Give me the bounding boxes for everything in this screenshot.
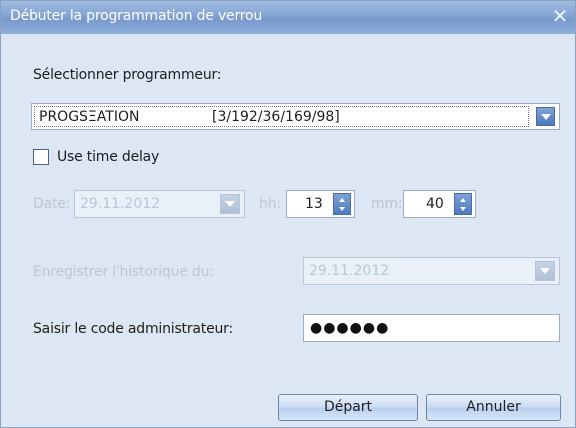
hh-spin-up-icon[interactable] [334, 196, 350, 204]
dialog-window: Débuter la programmation de verrou ✕ Sél… [0, 0, 576, 428]
chevron-down-icon [225, 201, 235, 207]
chevron-down-icon [540, 268, 550, 274]
hh-field[interactable]: 13 [286, 190, 355, 218]
programmer-label: Sélectionner programmeur: [33, 67, 222, 83]
admin-code-label: Saisir le code administrateur: [33, 321, 233, 337]
use-time-delay-checkbox[interactable] [33, 149, 49, 165]
mm-label: mm: [371, 196, 403, 212]
mm-spin-down-icon[interactable] [455, 205, 471, 213]
history-label: Enregistrer l'historique du: [33, 264, 214, 280]
date-label: Date: [33, 196, 71, 212]
hh-value: 13 [305, 196, 323, 212]
mm-spin-up-icon[interactable] [455, 196, 471, 204]
mm-spinner[interactable] [454, 193, 472, 215]
mm-value: 40 [426, 196, 444, 212]
dialog-title: Débuter la programmation de verrou [10, 8, 263, 24]
history-date-value: 29.11.2012 [309, 263, 390, 279]
date-dropdown-button [220, 194, 240, 214]
date-field: 29.11.2012 [74, 190, 245, 218]
programmer-select[interactable]: PROGSΞATION [3/192/36/169/98] [31, 103, 560, 130]
programmer-name: PROGSΞATION [39, 109, 140, 125]
hh-label: hh: [259, 196, 281, 212]
programmer-address: [3/192/36/169/98] [212, 109, 340, 125]
cancel-button[interactable]: Annuler [426, 394, 561, 421]
history-date-field: 29.11.2012 [303, 257, 560, 285]
start-button[interactable]: Départ [278, 394, 418, 421]
title-bar: Débuter la programmation de verrou ✕ [1, 1, 575, 34]
admin-code-value: ●●●●●● [310, 320, 390, 336]
use-time-delay-label: Use time delay [57, 149, 160, 165]
history-date-dropdown-button [535, 261, 555, 281]
close-icon[interactable]: ✕ [549, 5, 571, 27]
hh-spin-down-icon[interactable] [334, 205, 350, 213]
admin-code-input[interactable]: ●●●●●● [303, 314, 560, 342]
date-value: 29.11.2012 [80, 196, 161, 212]
hh-spinner[interactable] [333, 193, 351, 215]
programmer-dropdown-button[interactable] [536, 107, 555, 126]
mm-field[interactable]: 40 [403, 190, 476, 218]
chevron-down-icon [540, 113, 551, 120]
